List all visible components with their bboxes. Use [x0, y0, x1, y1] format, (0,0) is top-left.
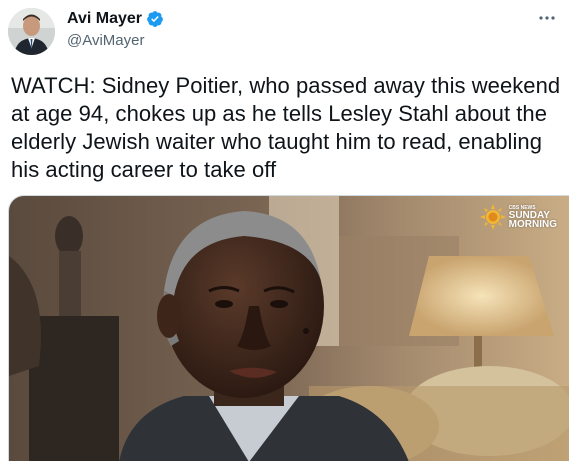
author-handle[interactable]: @AviMayer: [67, 32, 144, 49]
tweet-text: WATCH: Sidney Poitier, who passed away t…: [11, 73, 561, 182]
network-watermark: CBS NEWS SUNDAY MORNING: [479, 204, 557, 230]
tweet-video[interactable]: CBS NEWS SUNDAY MORNING: [8, 195, 569, 461]
ellipsis-icon: [539, 16, 555, 20]
profile-photo-icon: [8, 8, 55, 55]
video-thumbnail: [9, 196, 569, 461]
author-display-name[interactable]: Avi Mayer: [67, 10, 142, 28]
verified-badge-icon: [146, 10, 164, 28]
sun-logo-icon: [479, 204, 506, 230]
tweet-header: Avi Mayer @AviMayer: [0, 0, 569, 62]
more-options-button[interactable]: [534, 8, 560, 28]
watermark-line2: MORNING: [508, 219, 557, 230]
avatar[interactable]: [8, 8, 55, 55]
author-name-row[interactable]: Avi Mayer: [67, 9, 164, 29]
